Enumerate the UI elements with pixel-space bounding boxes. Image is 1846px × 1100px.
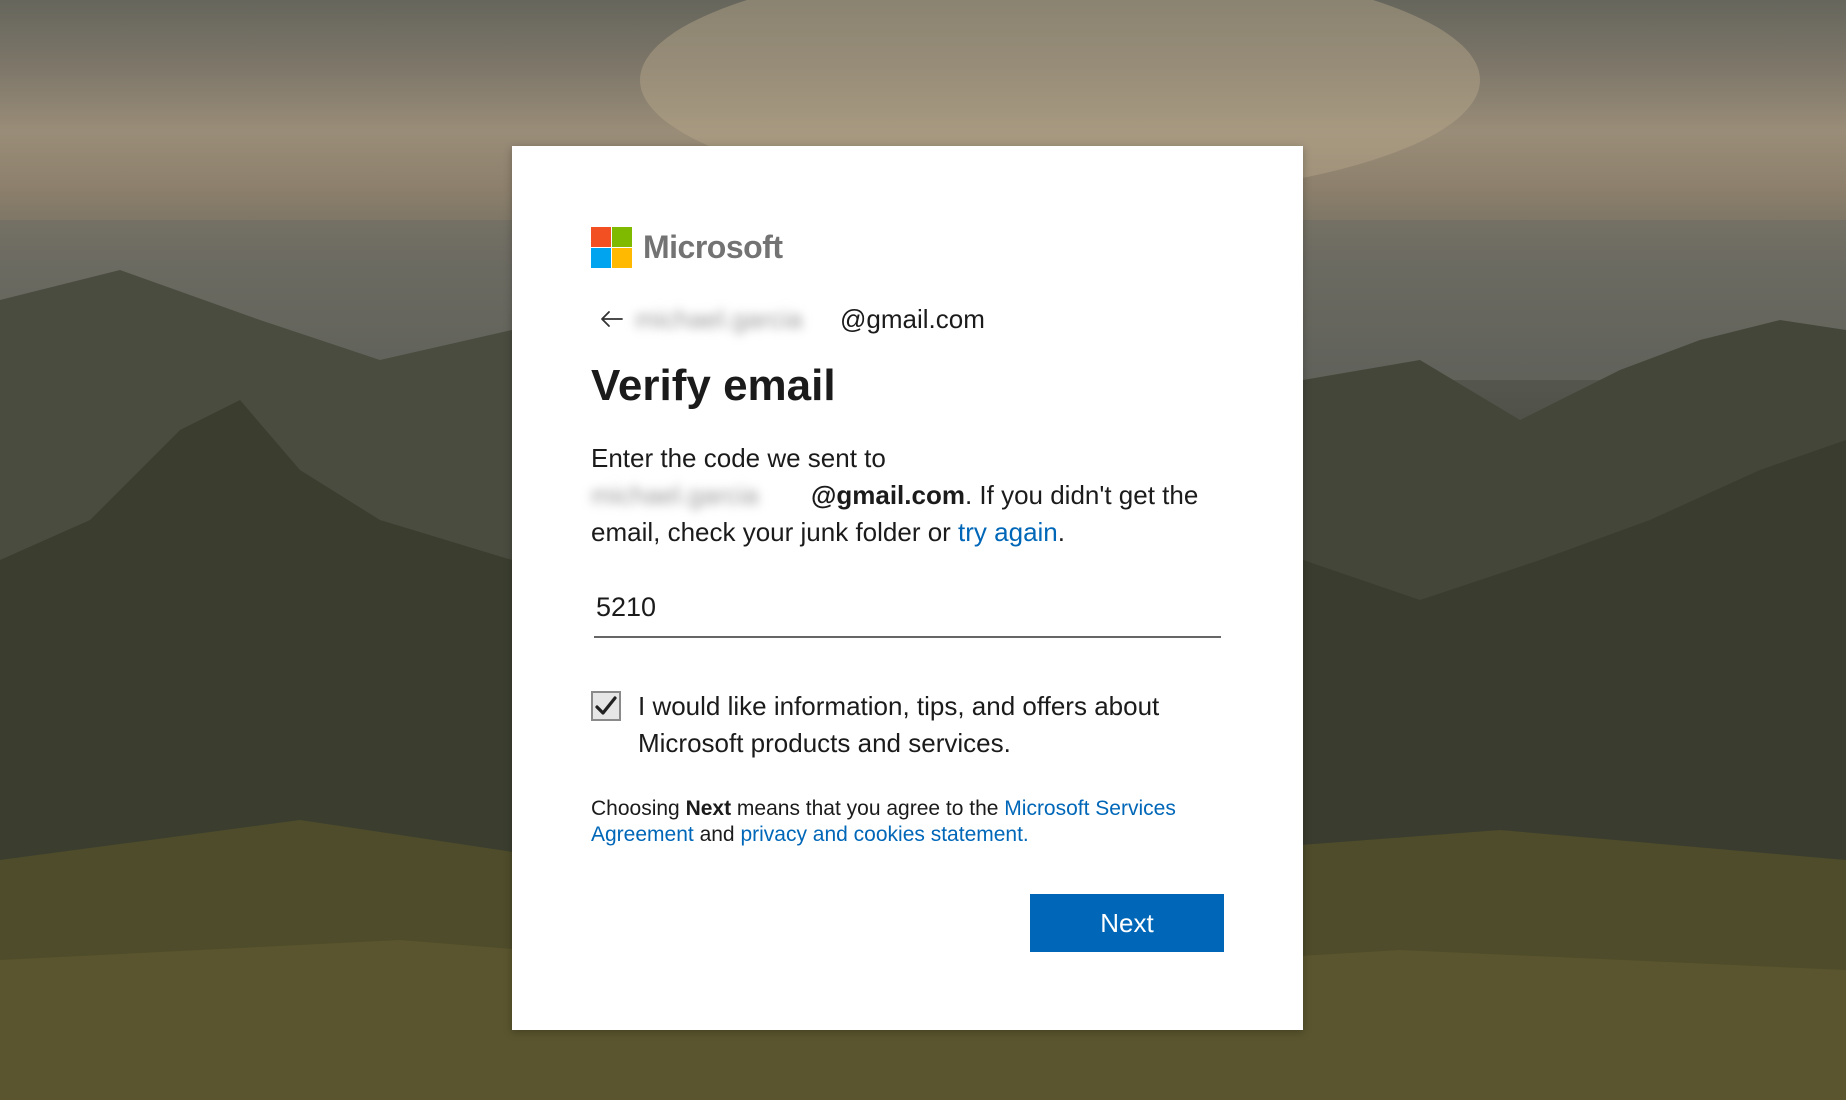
verification-code-input[interactable] — [594, 578, 1221, 638]
terms-prefix: Choosing — [591, 797, 686, 820]
terms-next-word: Next — [685, 797, 732, 820]
instructions-redacted-email: michael.garcia — [591, 480, 759, 510]
terms-and: and — [693, 823, 741, 846]
next-button[interactable]: Next — [1030, 894, 1224, 952]
marketing-opt-in-label: I would like information, tips, and offe… — [638, 691, 1160, 758]
microsoft-logo-icon — [591, 226, 632, 268]
back-arrow-icon — [601, 311, 623, 327]
identity-email-domain: @gmail.com — [840, 303, 985, 334]
account-identity-banner: michael.garcia @gmail.com — [591, 301, 985, 337]
marketing-opt-in-row: I would like information, tips, and offe… — [591, 688, 1231, 762]
instructions-line1: Enter the code we sent to — [591, 443, 886, 473]
microsoft-wordmark: Microsoft — [643, 228, 783, 265]
page-title: Verify email — [591, 361, 836, 410]
terms-middle: means that you agree to the — [731, 797, 1005, 820]
marketing-opt-in-checkbox[interactable] — [591, 691, 621, 721]
instructions-end: . — [1057, 517, 1066, 547]
try-again-link[interactable]: try again — [958, 517, 1058, 547]
microsoft-logo: Microsoft — [591, 226, 783, 268]
instructions-email-domain: @gmail.com — [811, 480, 965, 510]
checkmark-icon — [595, 696, 617, 715]
terms-notice: Choosing Next means that you agree to th… — [591, 796, 1231, 848]
verify-email-card: Microsoft michael.garcia @gmail.com Veri… — [512, 146, 1303, 1030]
redacted-email-user: michael.garcia — [635, 303, 803, 334]
privacy-statement-link[interactable]: privacy and cookies statement. — [740, 823, 1028, 846]
instructions-text: Enter the code we sent to michael.garcia… — [591, 440, 1251, 551]
back-button[interactable] — [597, 304, 627, 334]
